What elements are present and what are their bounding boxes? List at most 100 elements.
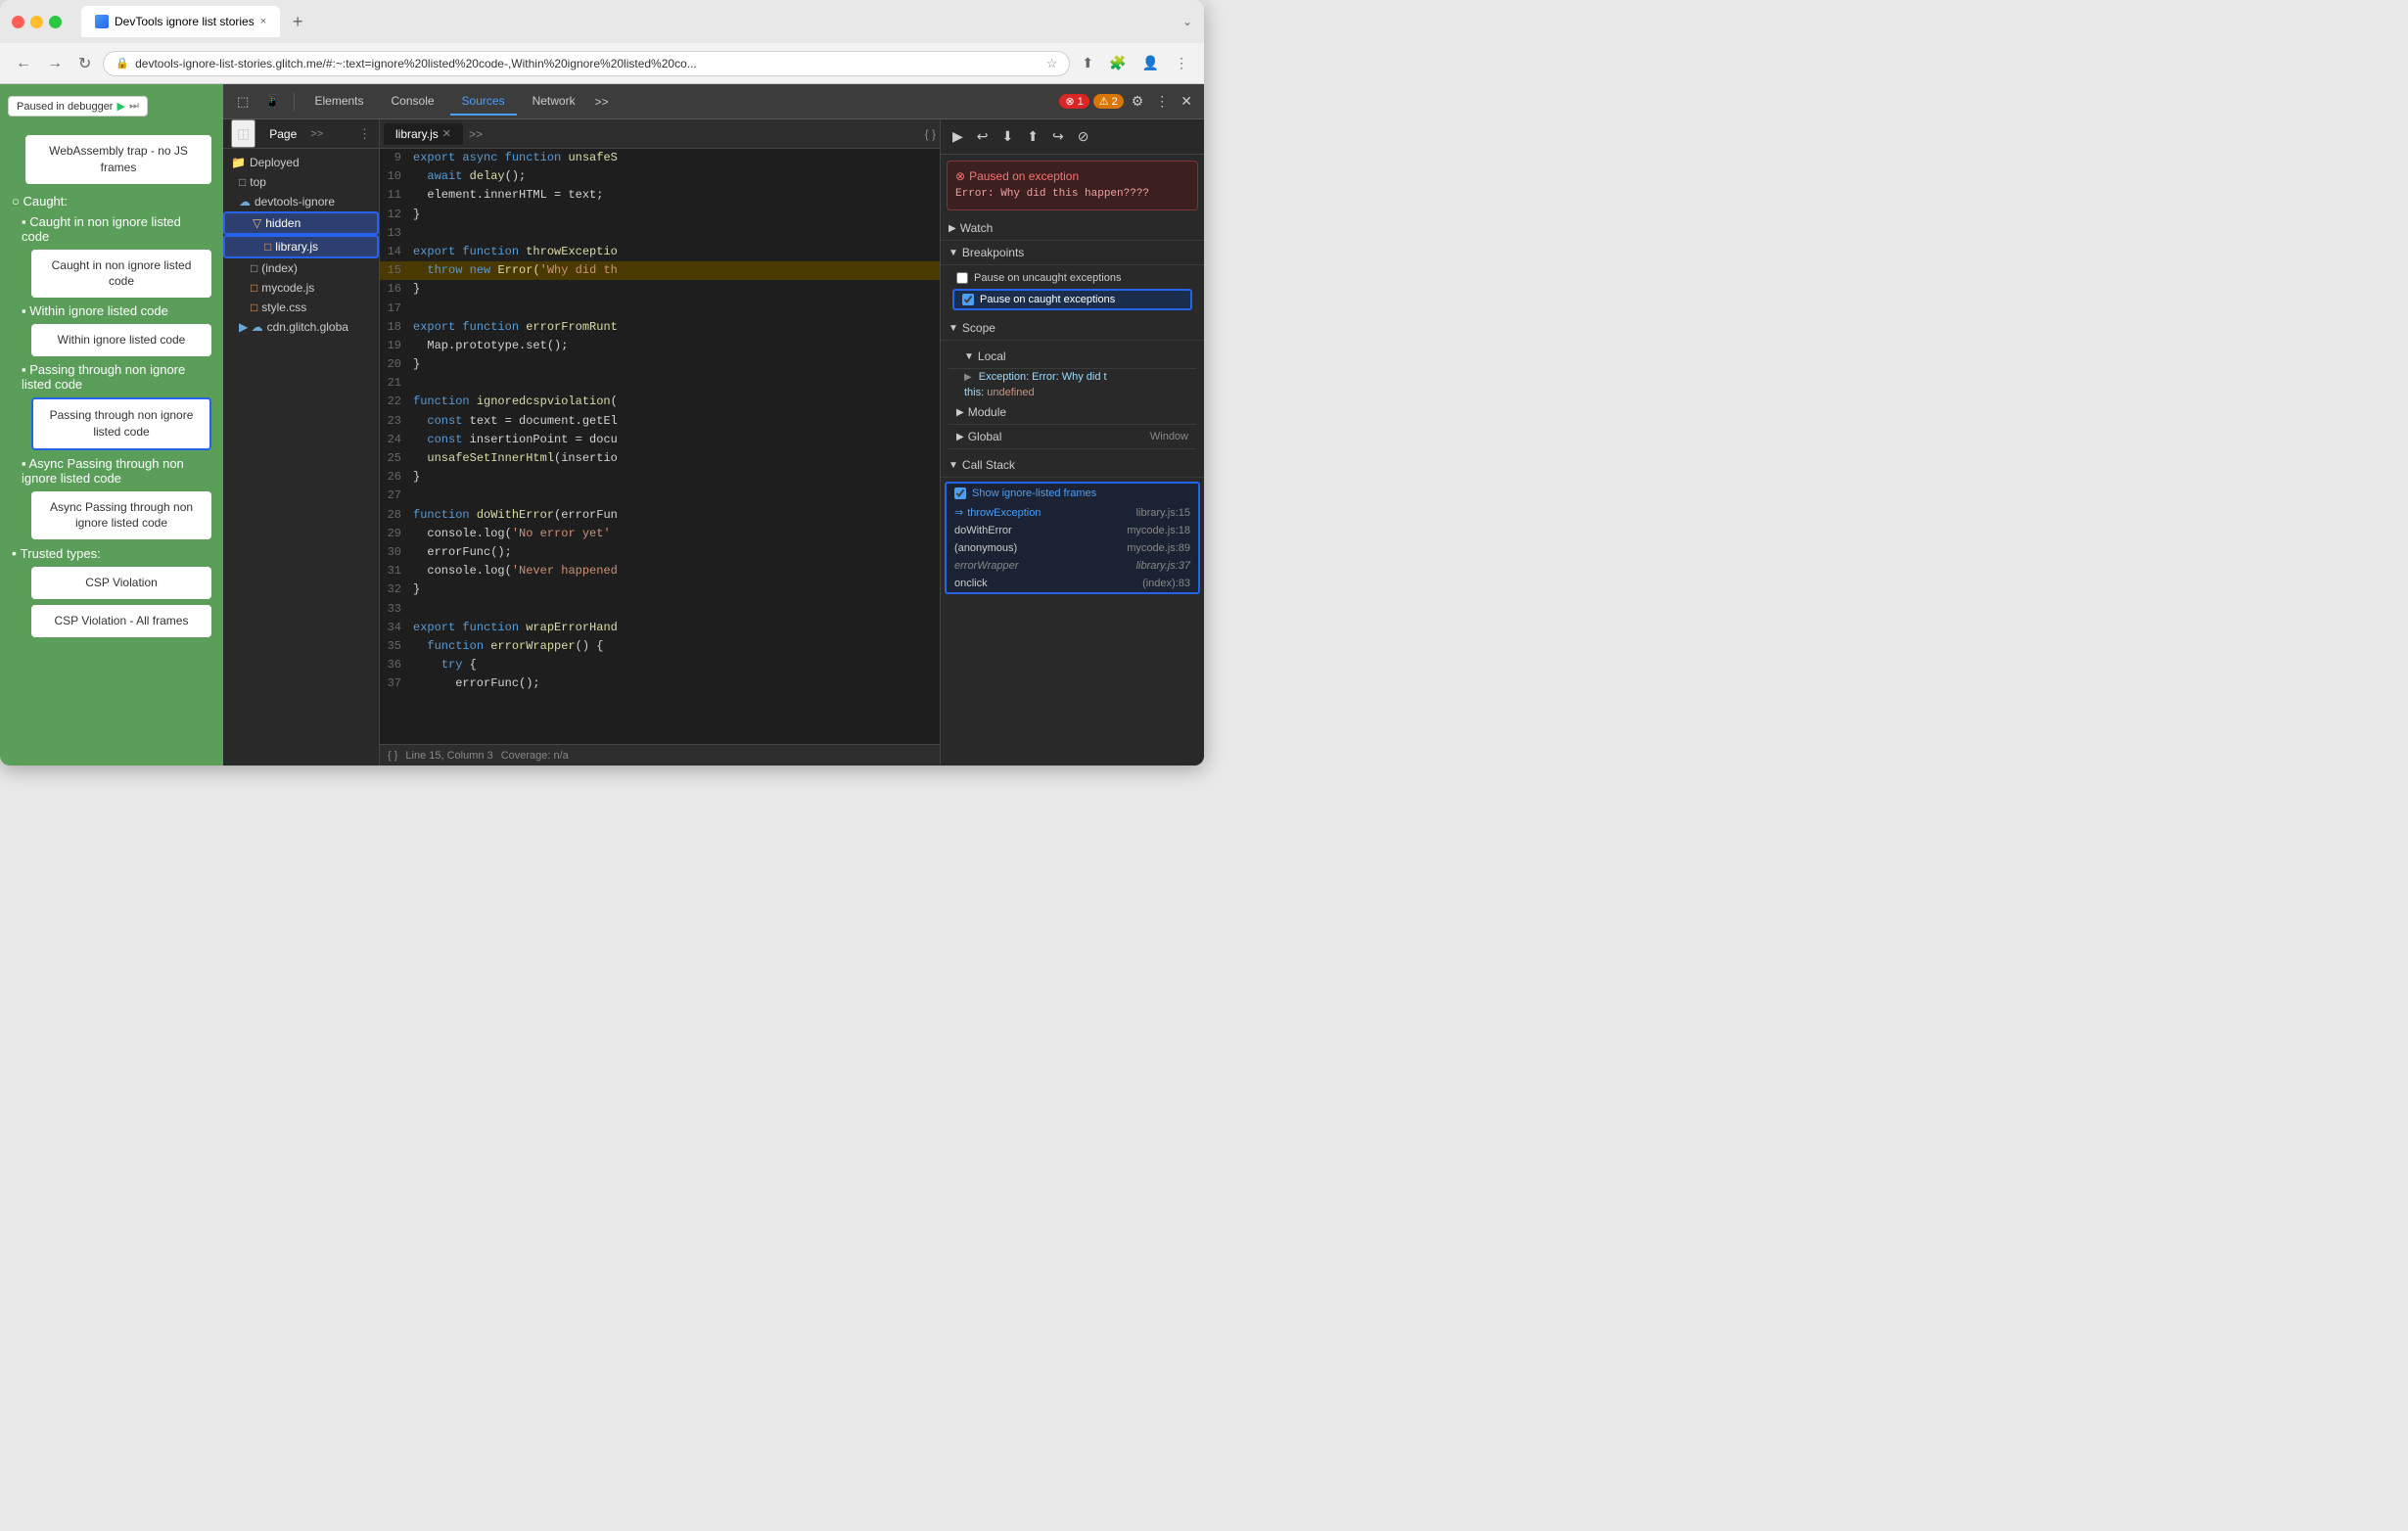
- forward-button[interactable]: →: [43, 51, 67, 76]
- pause-uncaught-checkbox[interactable]: [956, 272, 968, 284]
- reload-button[interactable]: ↻: [74, 50, 95, 77]
- code-content[interactable]: 9 export async function unsafeS 10 await…: [380, 149, 940, 744]
- line-num-29: 29: [380, 525, 409, 543]
- back-button[interactable]: ←: [12, 51, 35, 76]
- deactivate-breakpoints-button[interactable]: ⊘: [1072, 124, 1095, 149]
- line-content-37: errorFunc();: [409, 674, 940, 693]
- scope-global-header[interactable]: ▶ Global Window: [949, 425, 1196, 449]
- call-stack-frame-doWithError[interactable]: doWithError mycode.js:18: [947, 522, 1198, 539]
- call-stack-header[interactable]: ▼ Call Stack: [941, 453, 1204, 478]
- devtools-right-actions: ⊗ 1 ⚠ 2 ⚙ ⋮ ✕: [1059, 89, 1196, 114]
- call-stack-frame-errorWrapper[interactable]: errorWrapper library.js:37: [947, 557, 1198, 575]
- call-stack-label: Call Stack: [962, 458, 1015, 472]
- source-map-button[interactable]: { }: [925, 127, 936, 141]
- debugger-toolbar: ▶ ↩ ⬇ ⬆ ↪ ⊘: [941, 119, 1204, 155]
- warning-badge[interactable]: ⚠ 2: [1093, 94, 1124, 109]
- line-content-31: console.log('Never happened: [409, 562, 940, 580]
- line-num-19: 19: [380, 337, 409, 355]
- new-tab-button[interactable]: +: [284, 8, 311, 35]
- code-tab-library-js[interactable]: library.js ✕: [384, 123, 463, 145]
- tab-console[interactable]: Console: [380, 88, 446, 116]
- file-item-top[interactable]: □ top: [223, 172, 379, 192]
- step-out-button[interactable]: ⬆: [1021, 124, 1044, 149]
- btn-async-passing[interactable]: Async Passing through non ignore listed …: [31, 491, 211, 540]
- frame-icon-throw: ⇒: [954, 506, 963, 519]
- btn-within-ignore[interactable]: Within ignore listed code: [31, 324, 211, 356]
- file-item-style-css[interactable]: □ style.css: [223, 298, 379, 317]
- devtools-cloud-icon: ☁: [239, 195, 251, 209]
- file-item-deployed: 📁 Deployed: [223, 153, 379, 172]
- right-panel: ▶ ↩ ⬇ ⬆ ↪ ⊘ ⊗ Paused on exception: [940, 119, 1204, 766]
- scope-section-header[interactable]: ▼ Scope: [941, 316, 1204, 341]
- minimize-window-button[interactable]: [30, 16, 43, 28]
- menu-button[interactable]: ⋮: [1171, 51, 1192, 75]
- call-stack-frame-anonymous[interactable]: (anonymous) mycode.js:89: [947, 539, 1198, 557]
- file-tab-overflow[interactable]: >>: [310, 128, 323, 140]
- error-badge[interactable]: ⊗ 1: [1059, 94, 1088, 109]
- btn-caught-non-ignore[interactable]: Caught in non ignore listed code: [31, 250, 211, 299]
- call-stack-frame-throwException[interactable]: ⇒ throwException library.js:15: [947, 503, 1198, 522]
- tab-network[interactable]: Network: [521, 88, 587, 116]
- show-ignore-frames-checkbox[interactable]: [954, 487, 966, 499]
- scope-exception-arrow: ▶: [964, 372, 972, 383]
- content-area: Paused in debugger ▶ ⏭ WebAssembly trap …: [0, 84, 1204, 766]
- inspect-element-button[interactable]: ⬚: [231, 90, 255, 114]
- close-window-button[interactable]: [12, 16, 24, 28]
- pause-uncaught-item: Pause on uncaught exceptions: [949, 269, 1196, 287]
- code-tab-overflow[interactable]: >>: [469, 127, 483, 141]
- file-item-devtools-ignore[interactable]: ☁ devtools-ignore: [223, 192, 379, 211]
- toolbar-separator-1: [294, 92, 295, 112]
- file-item-mycode-js[interactable]: □ mycode.js: [223, 278, 379, 298]
- right-panel-scroll: ⊗ Paused on exception Error: Why did thi…: [941, 155, 1204, 766]
- maximize-window-button[interactable]: [49, 16, 62, 28]
- code-line-11: 11 element.innerHTML = text;: [380, 186, 940, 205]
- btn-csp-all[interactable]: CSP Violation - All frames: [31, 605, 211, 637]
- profile-button[interactable]: 👤: [1138, 51, 1163, 75]
- sidebar-toggle-button[interactable]: ◫: [231, 119, 255, 148]
- address-bar[interactable]: 🔒 devtools-ignore-list-stories.glitch.me…: [103, 51, 1070, 76]
- file-item-index[interactable]: □ (index): [223, 258, 379, 278]
- step-into-button[interactable]: ⬇: [996, 124, 1020, 149]
- file-item-library-js[interactable]: □ library.js: [223, 235, 379, 258]
- code-tab-close[interactable]: ✕: [442, 127, 451, 140]
- code-line-12: 12 }: [380, 206, 940, 224]
- tab-elements[interactable]: Elements: [302, 88, 375, 116]
- settings-button[interactable]: ⚙: [1128, 89, 1148, 114]
- tab-more[interactable]: >>: [591, 91, 613, 113]
- style-css-label: style.css: [261, 301, 306, 314]
- tab-overflow-button[interactable]: ⌄: [1182, 15, 1192, 28]
- share-button[interactable]: ⬆: [1078, 51, 1097, 75]
- play-icon[interactable]: ▶: [116, 100, 124, 113]
- format-icon[interactable]: { }: [388, 750, 397, 762]
- browser-tab[interactable]: DevTools ignore list stories ×: [81, 6, 280, 37]
- file-tab-page[interactable]: Page: [261, 123, 304, 145]
- line-content-15: throw new Error('Why did th: [409, 261, 940, 280]
- call-stack-frame-onclick[interactable]: onclick (index):83: [947, 575, 1198, 592]
- devtools-close-button[interactable]: ✕: [1177, 89, 1196, 114]
- line-content-23: const text = document.getEl: [409, 412, 940, 431]
- line-num-17: 17: [380, 300, 409, 318]
- step-button[interactable]: ↪: [1046, 124, 1070, 149]
- extensions-button[interactable]: 🧩: [1105, 51, 1130, 75]
- step-over-button[interactable]: ↩: [971, 124, 995, 149]
- pause-caught-checkbox[interactable]: [962, 294, 974, 305]
- file-item-hidden[interactable]: ▽ hidden: [223, 211, 379, 235]
- skip-icon[interactable]: ⏭: [129, 100, 139, 113]
- more-options-button[interactable]: ⋮: [1151, 89, 1173, 114]
- scope-module-header[interactable]: ▶ Module: [949, 400, 1196, 425]
- btn-csp[interactable]: CSP Violation: [31, 567, 211, 599]
- file-item-cdn-glitch[interactable]: ▶ ☁ cdn.glitch.globa: [223, 317, 379, 337]
- btn-passing-through[interactable]: Passing through non ignore listed code: [31, 397, 211, 450]
- resume-button[interactable]: ▶: [947, 124, 969, 149]
- file-panel-menu[interactable]: ⋮: [358, 126, 371, 142]
- watch-section-header[interactable]: ▶ Watch: [941, 216, 1204, 241]
- device-toolbar-button[interactable]: 📱: [258, 90, 286, 114]
- scope-local-header[interactable]: ▼ Local: [949, 345, 1196, 369]
- scope-exception-key: Exception: Error: Why did t: [979, 371, 1107, 383]
- tab-close-button[interactable]: ×: [260, 16, 266, 27]
- paused-text: Paused in debugger: [17, 101, 113, 113]
- scope-content: ▼ Local ▶ Exception: Error: Why did t th…: [941, 341, 1204, 453]
- devtools-panel: ⬚ 📱 Elements Console Sources Network >> …: [223, 84, 1204, 766]
- tab-sources[interactable]: Sources: [450, 88, 517, 116]
- breakpoints-section-header[interactable]: ▼ Breakpoints: [941, 241, 1204, 265]
